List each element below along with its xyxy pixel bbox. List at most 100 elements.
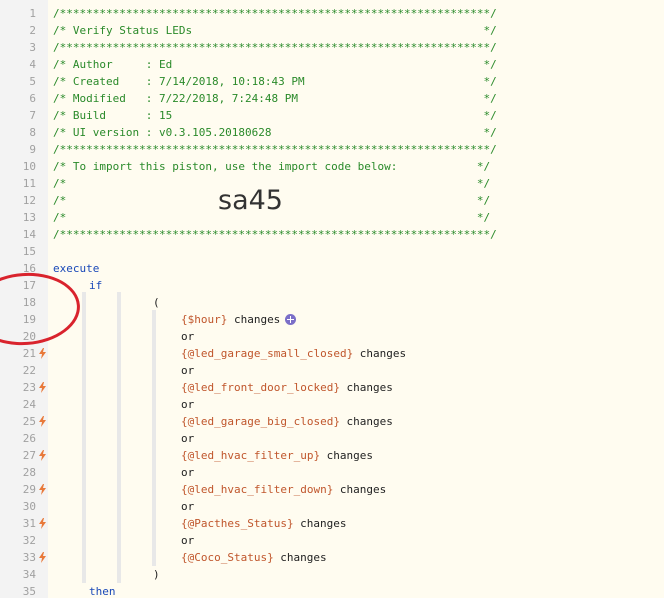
plus-circle-icon[interactable]: [285, 314, 297, 325]
code-line[interactable]: 10 /* To import this piston, use the impo…: [0, 158, 664, 175]
comment-text: /***************************************…: [53, 41, 497, 54]
code-text: or: [181, 432, 195, 445]
comment-text: /* Verify Status LEDs */: [53, 24, 497, 37]
line-number: 31: [22, 517, 36, 530]
lightning-bolt-icon: [39, 450, 46, 461]
code-line[interactable]: 18(: [0, 294, 664, 311]
code-line[interactable]: 13/* */: [0, 209, 664, 226]
line-number: 5: [29, 75, 36, 88]
code-line[interactable]: 31 {@Pacthes_Status} changes: [0, 515, 664, 532]
code-line[interactable]: 1 /**************************************…: [0, 5, 664, 22]
import-code: sa45: [218, 185, 283, 216]
line-number: 23: [22, 381, 36, 394]
line-number: 3: [29, 41, 36, 54]
code-line[interactable]: 20 or: [0, 328, 664, 345]
code-line[interactable]: 30 or: [0, 498, 664, 515]
line-number: 35: [22, 585, 36, 598]
code-line[interactable]: 4 /* Author : Ed */: [0, 56, 664, 73]
code-line[interactable]: 8 /* UI version : v0.3.105.20180628 */: [0, 124, 664, 141]
code-text: or: [181, 500, 195, 513]
lightning-bolt-icon: [39, 382, 46, 393]
code-line[interactable]: 11/* */: [0, 175, 664, 192]
operator-text: changes: [273, 551, 327, 564]
code-line[interactable]: 17 if: [0, 277, 664, 294]
code-line[interactable]: 12/* */: [0, 192, 664, 209]
code-text: (: [153, 296, 160, 309]
code-line[interactable]: 32 or: [0, 532, 664, 549]
variable-token[interactable]: {@Coco_Status}: [181, 549, 274, 566]
code-line[interactable]: 5 /* Created : 7/14/2018, 10:18:43 PM */: [0, 73, 664, 90]
keyword[interactable]: if: [89, 277, 102, 294]
operator-text: changes: [320, 449, 373, 462]
comment-text: /* Author : Ed */: [53, 58, 497, 71]
code-line[interactable]: 6 /* Modified : 7/22/2018, 7:24:48 PM */: [0, 90, 664, 107]
line-number: 9: [29, 143, 36, 156]
line-number: 2: [29, 24, 36, 37]
code-line[interactable]: 33 {@Coco_Status} changes: [0, 549, 664, 566]
line-number: 32: [22, 534, 36, 547]
code-line[interactable]: 9 /**************************************…: [0, 141, 664, 158]
lightning-bolt-icon: [39, 416, 46, 427]
piston-code-editor: 1 /**************************************…: [0, 0, 668, 598]
line-number: 26: [22, 432, 36, 445]
code-line[interactable]: 29 {@led_hvac_filter_down} changes: [0, 481, 664, 498]
keyword[interactable]: execute: [53, 260, 99, 277]
variable-token[interactable]: {@led_garage_small_closed}: [181, 345, 353, 362]
code-line[interactable]: 35 then: [0, 583, 664, 600]
variable-token[interactable]: {@led_hvac_filter_down}: [181, 481, 333, 498]
line-number: 7: [29, 109, 36, 122]
variable-token[interactable]: {@Pacthes_Status}: [181, 515, 294, 532]
code-line[interactable]: 21 {@led_garage_small_closed} changes: [0, 345, 664, 362]
variable-token[interactable]: {@led_hvac_filter_up}: [181, 447, 320, 464]
code-line[interactable]: 16 execute: [0, 260, 664, 277]
code-line[interactable]: 15: [0, 243, 664, 260]
code-line[interactable]: 7 /* Build : 15 */: [0, 107, 664, 124]
code-line[interactable]: 3 /**************************************…: [0, 39, 664, 56]
code-line[interactable]: 19 {$hour} changes: [0, 311, 664, 328]
code-line[interactable]: 26 or: [0, 430, 664, 447]
line-number: 4: [29, 58, 36, 71]
comment-text: /* To import this piston, use the import…: [53, 160, 491, 173]
line-number: 6: [29, 92, 36, 105]
variable-token[interactable]: {$hour}: [181, 311, 227, 328]
line-number: 25: [22, 415, 36, 428]
variable-token[interactable]: {@led_garage_big_closed}: [181, 413, 340, 430]
lightning-bolt-icon: [39, 518, 46, 529]
variable-token[interactable]: {@led_front_door_locked}: [181, 379, 340, 396]
code-line[interactable]: 23 {@led_front_door_locked} changes: [0, 379, 664, 396]
line-number: 15: [22, 245, 36, 258]
line-number: 24: [22, 398, 36, 411]
code-line[interactable]: 28 or: [0, 464, 664, 481]
lightning-bolt-icon: [39, 552, 46, 563]
operator-text: changes: [339, 381, 393, 394]
code-line[interactable]: 25 {@led_garage_big_closed} changes: [0, 413, 664, 430]
code-line[interactable]: 14 /*************************************…: [0, 226, 664, 243]
code-text: or: [181, 534, 195, 547]
lightning-bolt-icon: [39, 484, 46, 495]
code-line[interactable]: 2 /* Verify Status LEDs */: [0, 22, 664, 39]
lightning-bolt-icon: [39, 348, 46, 359]
operator-text: changes: [353, 347, 407, 360]
code-line[interactable]: 24 or: [0, 396, 664, 413]
comment-text: /* UI version : v0.3.105.20180628 */: [53, 126, 497, 139]
line-number: 8: [29, 126, 36, 139]
operator-text: changes: [227, 313, 281, 326]
line-number: 12: [22, 194, 36, 207]
code-line[interactable]: 27 {@led_hvac_filter_up} changes: [0, 447, 664, 464]
line-number: 10: [22, 160, 36, 173]
line-number: 33: [22, 551, 36, 564]
operator-text: changes: [339, 415, 393, 428]
code-text: or: [181, 466, 195, 479]
code-text: or: [181, 398, 195, 411]
comment-text: /* Created : 7/14/2018, 10:18:43 PM */: [53, 75, 497, 88]
line-number: 14: [22, 228, 36, 241]
code-line[interactable]: 22 or: [0, 362, 664, 379]
comment-text: /* Modified : 7/22/2018, 7:24:48 PM */: [53, 92, 497, 105]
comment-text: /***************************************…: [53, 143, 497, 156]
code-line[interactable]: 34): [0, 566, 664, 583]
comment-text: /***************************************…: [53, 7, 497, 20]
comment-text: /***************************************…: [53, 228, 497, 241]
keyword[interactable]: then: [89, 583, 116, 600]
line-number: 11: [22, 177, 36, 190]
code-text: or: [181, 364, 195, 377]
